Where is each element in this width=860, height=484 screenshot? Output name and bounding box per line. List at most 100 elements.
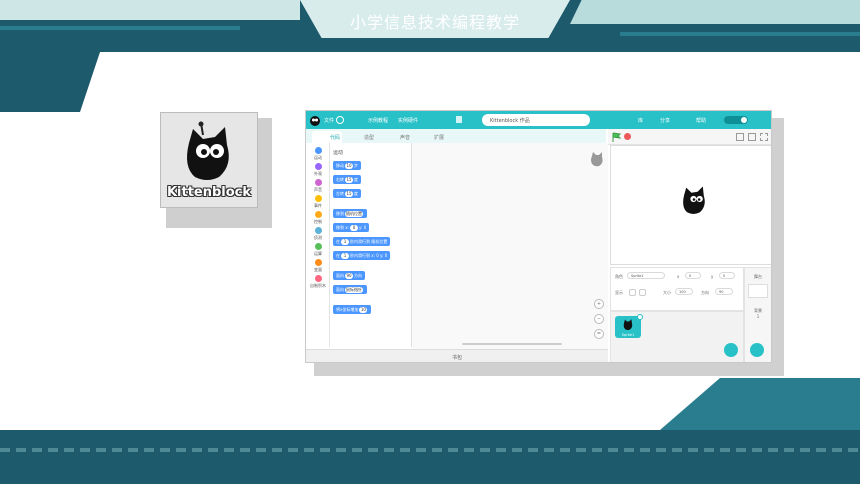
- green-flag-icon[interactable]: [612, 132, 621, 142]
- block-text: 度: [354, 191, 358, 196]
- add-sprite-button[interactable]: [724, 343, 738, 357]
- cat-sprite-icon[interactable]: [679, 182, 709, 218]
- category-sensing[interactable]: 侦测: [306, 227, 330, 241]
- cat-logo-icon: [187, 121, 229, 180]
- category-dot: [314, 211, 322, 218]
- delete-sprite-icon[interactable]: [637, 314, 643, 320]
- header-line: [620, 32, 860, 36]
- menu-bar: 文件 示例教程 实例硬件 Kittenblock 作品 保存 库 分享 帮助: [306, 111, 771, 129]
- category-motion[interactable]: 运动: [306, 147, 330, 161]
- block-text: 将x坐标增加: [336, 307, 359, 312]
- tab-costumes[interactable]: 造型: [346, 131, 378, 143]
- block-input[interactable]: 15: [345, 177, 353, 183]
- category-events[interactable]: 事件: [306, 195, 330, 209]
- block-text: 左转: [336, 191, 344, 196]
- stage[interactable]: [610, 145, 771, 265]
- block-text: 方向: [354, 273, 362, 278]
- block-move[interactable]: 移动 10 步: [333, 161, 361, 170]
- block-glide-xy[interactable]: 在 1 秒内滑行到 x: 0 y: 0: [333, 251, 391, 260]
- left-decoration: [0, 52, 100, 112]
- block-input[interactable]: 1: [341, 239, 349, 245]
- block-go-to-xy[interactable]: 移到 x: 0 y: 0: [333, 223, 370, 232]
- backdrop-thumbnail: [748, 284, 768, 298]
- size-field[interactable]: 100: [675, 288, 693, 295]
- large-stage-icon[interactable]: [748, 133, 756, 141]
- category-sound[interactable]: 声音: [306, 179, 330, 193]
- mode-toggle[interactable]: [724, 116, 748, 124]
- block-text: 面向: [336, 287, 344, 292]
- category-label: 声音: [314, 187, 322, 192]
- block-turn-left[interactable]: 左转 15 度: [333, 189, 361, 198]
- tab-sounds[interactable]: 声音: [382, 131, 414, 143]
- sprite-tile[interactable]: Sprite1: [615, 314, 643, 338]
- menu-hardware[interactable]: 实例硬件: [398, 117, 418, 124]
- category-control[interactable]: 控制: [306, 211, 330, 225]
- slide-title: 小学信息技术编程教学: [349, 13, 520, 32]
- block-text: 在: [336, 239, 340, 244]
- script-area[interactable]: + − =: [412, 143, 608, 349]
- block-input[interactable]: 90: [345, 273, 353, 279]
- category-my-blocks[interactable]: 自制积木: [306, 275, 330, 289]
- fullscreen-icon[interactable]: [760, 133, 768, 141]
- block-go-to[interactable]: 移到 随机位置: [333, 209, 367, 218]
- slide: 小学信息技术编程教学 Kittenblock 文件 示例教程 实例硬件 Kitt…: [0, 0, 860, 484]
- zoom-out-button[interactable]: −: [594, 314, 604, 324]
- tab-code[interactable]: 代码: [312, 131, 342, 143]
- menu-library[interactable]: 库: [638, 117, 643, 124]
- block-input[interactable]: 10: [345, 163, 353, 169]
- menu-examples[interactable]: 示例教程: [368, 117, 388, 124]
- sprite-name-field[interactable]: Sprite1: [627, 272, 665, 279]
- save-button[interactable]: 保存: [568, 117, 578, 124]
- category-looks[interactable]: 外观: [306, 163, 330, 177]
- block-input[interactable]: 10: [359, 307, 368, 313]
- block-turn-right[interactable]: 右转 15 度: [333, 175, 361, 184]
- add-backdrop-button[interactable]: [750, 343, 764, 357]
- backpack-bar[interactable]: 书包: [306, 349, 608, 362]
- direction-field[interactable]: 90: [715, 288, 733, 295]
- logo-text: Kittenblock: [166, 185, 252, 200]
- category-dot: [314, 195, 322, 202]
- category-dot: [314, 227, 322, 234]
- category-dot: [314, 147, 322, 154]
- tab-code-label: 代码: [330, 135, 341, 141]
- category-label: 运算: [314, 251, 322, 256]
- menu-share[interactable]: 分享: [660, 117, 670, 124]
- show-hidden-toggle[interactable]: [639, 289, 646, 296]
- block-point-direction[interactable]: 面向 90 方向: [333, 271, 365, 280]
- menu-file[interactable]: 文件: [324, 117, 334, 124]
- footer-dashes: [0, 448, 860, 452]
- direction-label: 方向: [701, 290, 709, 295]
- backdrops-count: 1: [756, 314, 760, 319]
- category-dot: [314, 179, 322, 186]
- block-text: y: 0: [359, 225, 367, 230]
- block-input[interactable]: 0: [350, 225, 358, 231]
- menu-help[interactable]: 帮助: [696, 117, 706, 124]
- category-variables[interactable]: 变量: [306, 259, 330, 273]
- header-stripe-left: [0, 0, 300, 20]
- block-text: 步: [354, 163, 358, 168]
- block-text: 移动: [336, 163, 344, 168]
- small-stage-icon[interactable]: [736, 133, 744, 141]
- block-point-towards[interactable]: 面向 鼠标指针: [333, 285, 367, 294]
- block-change-x[interactable]: 将x坐标增加 10: [333, 305, 372, 314]
- category-label: 外观: [314, 171, 322, 176]
- file-icon[interactable]: [456, 116, 462, 123]
- zoom-reset-button[interactable]: =: [594, 329, 604, 339]
- block-glide-random[interactable]: 在 1 秒内滑行到 随机位置: [333, 237, 391, 246]
- horizontal-scrollbar[interactable]: [462, 343, 562, 345]
- block-input[interactable]: 1: [341, 253, 349, 259]
- sprite-list: Sprite1: [610, 311, 744, 362]
- globe-icon[interactable]: [336, 116, 344, 124]
- category-operators[interactable]: 运算: [306, 243, 330, 257]
- tab-extensions[interactable]: 扩展: [416, 131, 448, 143]
- x-field[interactable]: 0: [685, 272, 701, 279]
- tab-extensions-label: 扩展: [434, 135, 445, 141]
- block-input[interactable]: 鼠标指针: [345, 287, 363, 293]
- block-input[interactable]: 15: [345, 191, 353, 197]
- zoom-in-button[interactable]: +: [594, 299, 604, 309]
- show-visible-toggle[interactable]: [629, 289, 636, 296]
- block-input[interactable]: 随机位置: [345, 211, 363, 217]
- stop-icon[interactable]: [624, 133, 631, 140]
- y-field[interactable]: 0: [719, 272, 735, 279]
- palette-title: 运动: [333, 150, 344, 156]
